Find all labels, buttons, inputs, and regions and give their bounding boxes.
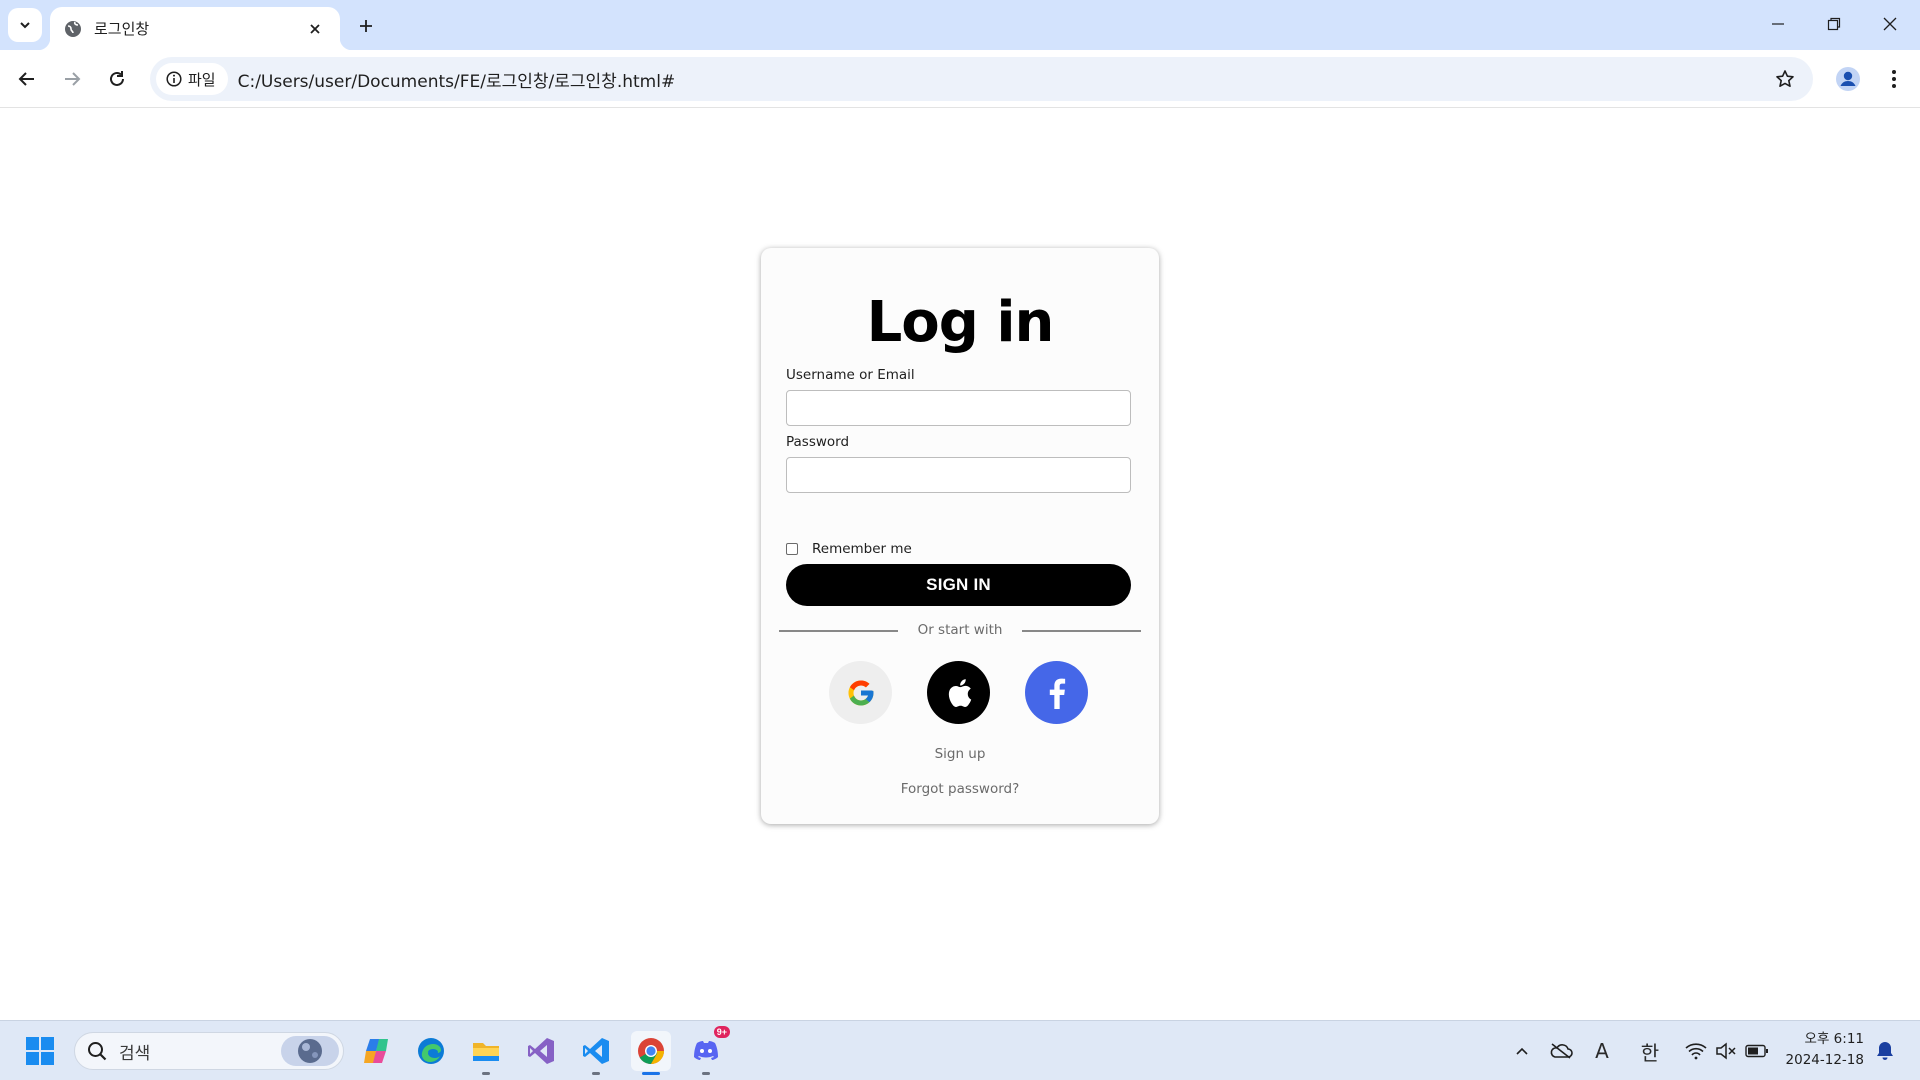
facebook-login-button[interactable] (1025, 661, 1088, 724)
visual-studio-icon (528, 1038, 554, 1064)
site-chip-label: 파일 (188, 70, 216, 89)
url-text[interactable]: C:/Users/user/Documents/FE/로그인창/로그인창.htm… (238, 67, 1767, 92)
globe-icon (65, 20, 81, 37)
bell-icon (1877, 1042, 1893, 1060)
running-indicator (482, 1072, 490, 1075)
font-indicator[interactable]: A (1590, 1035, 1614, 1067)
running-indicator (592, 1072, 600, 1075)
clock-time: 오후 6:11 (1804, 1031, 1864, 1047)
volume-button[interactable] (1713, 1035, 1739, 1067)
edge-button[interactable] (411, 1031, 451, 1071)
copilot-button[interactable] (356, 1031, 396, 1071)
google-icon (848, 680, 873, 705)
vscode-icon (583, 1038, 609, 1064)
password-label: Password (786, 434, 850, 450)
file-explorer-button[interactable] (466, 1031, 506, 1075)
arrow-left-icon (18, 72, 34, 86)
discord-button[interactable]: 9+ (686, 1026, 730, 1075)
ime-indicator-label: 한 (1640, 1040, 1660, 1065)
login-heading: Log in (866, 290, 1055, 355)
reload-icon (110, 71, 124, 86)
taskbar-search[interactable]: 검색 (74, 1032, 344, 1070)
forgot-password-link[interactable]: Forgot password? (761, 781, 1159, 797)
edge-icon (418, 1038, 444, 1064)
chevron-down-icon (20, 22, 30, 29)
close-window-button[interactable] (1862, 0, 1918, 48)
chrome-icon (638, 1038, 664, 1065)
restore-button[interactable] (1806, 0, 1862, 48)
discord-icon (694, 1041, 718, 1060)
chevron-up-icon (1516, 1047, 1528, 1055)
close-icon (1883, 17, 1897, 31)
close-icon (310, 23, 320, 34)
running-indicator (642, 1072, 660, 1075)
remember-me-label[interactable]: Remember me (812, 541, 912, 557)
start-button[interactable] (20, 1031, 60, 1071)
minimize-button[interactable] (1750, 0, 1806, 48)
copilot-icon (364, 1039, 388, 1063)
visual-studio-button[interactable] (521, 1031, 561, 1071)
profile-button[interactable] (1830, 61, 1866, 97)
address-bar[interactable]: 파일 C:/Users/user/Documents/FE/로그인창/로그인창.… (150, 57, 1813, 101)
plus-icon (360, 20, 372, 32)
battery-icon (1745, 1044, 1768, 1058)
vscode-button[interactable] (576, 1031, 616, 1075)
start-icon (26, 1037, 54, 1065)
restore-icon (1827, 17, 1841, 31)
profile-icon (1836, 67, 1860, 91)
login-card: Log in Username or Email Password Rememb… (761, 248, 1159, 824)
tab-strip: 로그인창 (0, 0, 1920, 50)
clock-date: 2024-12-18 (1785, 1052, 1864, 1068)
browser-tab[interactable]: 로그인창 (38, 7, 352, 50)
taskbar: 검색 9+ A 한 오후 6:11 2024-12-18 (0, 1020, 1920, 1080)
battery-button[interactable] (1743, 1035, 1771, 1067)
cloud-offline-icon (1550, 1043, 1573, 1059)
facebook-icon (1049, 678, 1065, 709)
taskbar-search-label: 검색 (119, 1043, 151, 1064)
search-icon (88, 1042, 107, 1061)
tab-title: 로그인창 (94, 20, 150, 38)
font-indicator-label: A (1595, 1039, 1609, 1063)
forward-button[interactable] (54, 61, 90, 97)
divider-line-right (1022, 630, 1141, 632)
star-icon (1776, 70, 1794, 87)
sign-in-button[interactable]: SIGN IN (786, 564, 1131, 606)
taskbar-clock[interactable]: 오후 6:11 2024-12-18 (1784, 1029, 1864, 1071)
google-login-button[interactable] (829, 661, 892, 724)
volume-muted-icon (1716, 1042, 1736, 1060)
sign-up-link[interactable]: Sign up (761, 746, 1159, 762)
username-input[interactable] (786, 390, 1131, 426)
wifi-button[interactable] (1683, 1035, 1709, 1067)
minimize-icon (1772, 23, 1784, 25)
apple-login-button[interactable] (927, 661, 990, 724)
arrow-right-icon (65, 72, 81, 86)
bookmark-button[interactable] (1767, 61, 1803, 97)
discord-badge: 9+ (713, 1026, 730, 1038)
password-input[interactable] (786, 457, 1131, 493)
chrome-button[interactable] (631, 1031, 671, 1075)
new-tab-button[interactable] (352, 12, 380, 40)
browser-menu-button[interactable] (1876, 61, 1912, 97)
file-explorer-icon (473, 1043, 499, 1061)
tab-search-button[interactable] (8, 8, 42, 42)
reload-button[interactable] (99, 61, 135, 97)
remember-me-checkbox[interactable] (786, 543, 798, 555)
running-indicator (702, 1072, 710, 1075)
onedrive-button[interactable] (1547, 1035, 1575, 1067)
notification-button[interactable] (1872, 1035, 1898, 1067)
remember-me-row[interactable]: Remember me (786, 541, 912, 557)
wifi-icon (1685, 1043, 1707, 1060)
info-icon (166, 71, 182, 87)
browser-toolbar: 파일 C:/Users/user/Documents/FE/로그인창/로그인창.… (0, 50, 1920, 108)
ime-indicator[interactable]: 한 (1636, 1035, 1664, 1067)
tab-close-button[interactable] (304, 18, 326, 40)
page-viewport: Log in Username or Email Password Rememb… (0, 109, 1920, 1020)
search-highlight-icon (281, 1036, 339, 1066)
more-vert-icon (1892, 70, 1896, 88)
back-button[interactable] (9, 61, 45, 97)
tray-overflow-button[interactable] (1510, 1035, 1534, 1067)
site-info-chip[interactable]: 파일 (156, 63, 228, 95)
username-label: Username or Email (786, 367, 915, 383)
apple-icon (948, 678, 971, 707)
